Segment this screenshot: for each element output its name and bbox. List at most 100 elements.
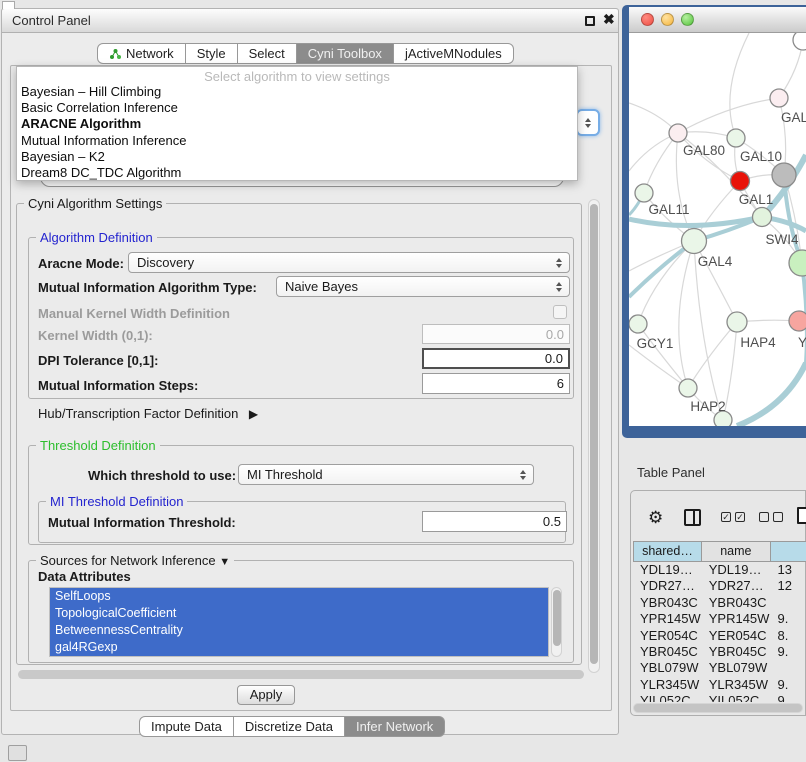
aracne-mode-label: Aracne Mode: [38, 256, 124, 271]
network-node-selected[interactable] [731, 172, 750, 191]
table-body: YDL19…YDL19…13 YDR27…YDR27…12 YBR043CYBR… [633, 562, 806, 702]
column-header-shared-name[interactable]: shared… [633, 541, 702, 562]
attributes-list-scrollbar[interactable] [551, 587, 562, 657]
dropdown-item-bayesian-hill-climbing[interactable]: Bayesian – Hill Climbing [17, 84, 577, 100]
combo-arrows-icon [556, 258, 562, 268]
network-node[interactable] [679, 379, 697, 397]
node-table: shared… name YDL19…YDL19…13 YDR27…YDR27…… [633, 541, 806, 702]
dropdown-item-dream8[interactable]: Dream8 DC_TDC Algorithm [17, 165, 577, 181]
network-highlight-edges [629, 155, 806, 426]
scrollbar-thumb[interactable] [553, 590, 561, 646]
network-window[interactable]: GAL GAL80 GAL10 GAL1 GAL11 SWI4 GAL4 GCY… [622, 5, 806, 438]
mi-threshold-field[interactable]: 0.5 [422, 511, 567, 532]
network-node[interactable] [629, 315, 647, 333]
list-item[interactable]: gal4RGexp [50, 639, 548, 656]
unchecked-checkbox-icon[interactable] [759, 512, 769, 522]
network-node[interactable] [789, 250, 806, 276]
aracne-mode-combo[interactable]: Discovery [128, 252, 570, 273]
manual-kernel-width-checkbox[interactable] [553, 305, 567, 319]
tab-impute-data[interactable]: Impute Data [139, 716, 234, 737]
control-panel-titlebar[interactable]: Control Panel ✖ [2, 9, 618, 33]
network-canvas[interactable]: GAL GAL80 GAL10 GAL1 GAL11 SWI4 GAL4 GCY… [629, 33, 806, 426]
network-node[interactable] [789, 311, 806, 331]
aracne-mode-value: Discovery [137, 255, 194, 270]
list-item[interactable]: TopologicalCoefficient [50, 605, 548, 622]
network-node[interactable] [793, 33, 806, 50]
table-row[interactable]: YIL052CYIL052C9 [633, 693, 806, 702]
mi-algorithm-type-combo[interactable]: Naive Bayes [276, 276, 570, 297]
columns-icon[interactable] [684, 509, 701, 526]
close-traffic-light-icon[interactable] [641, 13, 654, 26]
table-header-row: shared… name [633, 541, 806, 562]
sources-title[interactable]: Sources for Network Inference ▼ [36, 553, 234, 568]
document-icon[interactable] [797, 507, 806, 524]
mi-threshold-definition-title: MI Threshold Definition [46, 494, 187, 509]
table-panel: ⚙ ✓ ✓ shared… name YDL19…YDL19…13 YDR27…… [630, 490, 806, 716]
inference-algorithm-combo-fragment[interactable] [576, 109, 600, 136]
minimized-panel-icon[interactable] [8, 745, 27, 761]
dropdown-item-mutual-information[interactable]: Mutual Information Inference [17, 133, 577, 149]
settings-horizontal-scrollbar[interactable] [18, 670, 584, 679]
table-row[interactable]: YLR345WYLR345W9. [633, 677, 806, 693]
network-node[interactable] [682, 229, 707, 254]
apply-button[interactable]: Apply [237, 685, 295, 705]
node-label: GAL10 [740, 149, 782, 164]
combo-arrows-icon [585, 118, 591, 128]
tab-select[interactable]: Select [238, 43, 297, 64]
gear-icon[interactable]: ⚙ [648, 509, 663, 526]
network-node[interactable] [669, 124, 687, 142]
manual-kernel-width-label: Manual Kernel Width Definition [38, 306, 230, 321]
network-node[interactable] [727, 312, 747, 332]
mi-steps-field[interactable]: 6 [422, 373, 570, 394]
table-row[interactable]: YBR045CYBR045C9. [633, 644, 806, 660]
node-label: HAP2 [690, 399, 725, 414]
kernel-width-field[interactable]: 0.0 [422, 324, 570, 344]
settings-vertical-scrollbar[interactable] [588, 199, 600, 673]
scrollbar-thumb[interactable] [590, 204, 598, 664]
node-label: GAL80 [683, 143, 725, 158]
table-horizontal-scrollbar[interactable] [633, 703, 803, 713]
table-row[interactable]: YPR145WYPR145W9. [633, 611, 806, 627]
network-window-titlebar[interactable] [629, 7, 806, 33]
network-node[interactable] [635, 184, 653, 202]
table-row[interactable]: YBR043CYBR043C [633, 595, 806, 611]
top-tab-bar: Network Style Select Cyni Toolbox jActiv… [97, 43, 514, 64]
unchecked-checkbox-icon[interactable] [773, 512, 783, 522]
checked-checkbox-icon[interactable]: ✓ [721, 512, 731, 522]
tab-infer-network[interactable]: Infer Network [345, 716, 445, 737]
list-item[interactable]: SelfLoops [50, 588, 548, 605]
minimize-traffic-light-icon[interactable] [661, 13, 674, 26]
which-threshold-combo[interactable]: MI Threshold [238, 464, 534, 485]
network-node[interactable] [753, 208, 772, 227]
cyni-settings-title: Cyni Algorithm Settings [24, 196, 166, 211]
which-threshold-label: Which threshold to use: [88, 468, 236, 483]
close-icon[interactable]: ✖ [603, 11, 615, 28]
hub-definition-toggle[interactable]: Hub/Transcription Factor Definition ▶ [38, 405, 258, 423]
table-row[interactable]: YDR27…YDR27…12 [633, 578, 806, 594]
tab-jactivemnodules[interactable]: jActiveMNodules [394, 43, 514, 64]
tab-cyni-toolbox[interactable]: Cyni Toolbox [297, 43, 394, 64]
dpi-tolerance-field[interactable]: 0.0 [422, 348, 570, 369]
tab-network[interactable]: Network [97, 43, 186, 64]
tab-discretize-data[interactable]: Discretize Data [234, 716, 345, 737]
network-node[interactable] [772, 163, 796, 187]
zoom-traffic-light-icon[interactable] [681, 13, 694, 26]
network-node[interactable] [770, 89, 788, 107]
dropdown-prompt: Select algorithm to view settings [17, 67, 577, 84]
table-row[interactable]: YDL19…YDL19…13 [633, 562, 806, 578]
dropdown-item-basic-correlation[interactable]: Basic Correlation Inference [17, 100, 577, 116]
network-node[interactable] [727, 129, 745, 147]
list-item[interactable]: BetweennessCentrality [50, 622, 548, 639]
tab-style[interactable]: Style [186, 43, 238, 64]
control-panel: Control Panel ✖ Network Style Select Cyn… [1, 8, 619, 735]
float-window-icon[interactable] [585, 16, 595, 26]
dropdown-item-aracne[interactable]: ARACNE Algorithm [17, 116, 577, 132]
panel-title: Control Panel [12, 13, 91, 28]
column-header-partial[interactable] [771, 541, 806, 562]
checked-checkbox-icon[interactable]: ✓ [735, 512, 745, 522]
table-row[interactable]: YER054CYER054C8. [633, 628, 806, 644]
dropdown-item-bayesian-k2[interactable]: Bayesian – K2 [17, 149, 577, 165]
data-attributes-list[interactable]: SelfLoops TopologicalCoefficient Between… [49, 587, 549, 657]
column-header-name[interactable]: name [702, 541, 771, 562]
table-row[interactable]: YBL079WYBL079W [633, 660, 806, 676]
